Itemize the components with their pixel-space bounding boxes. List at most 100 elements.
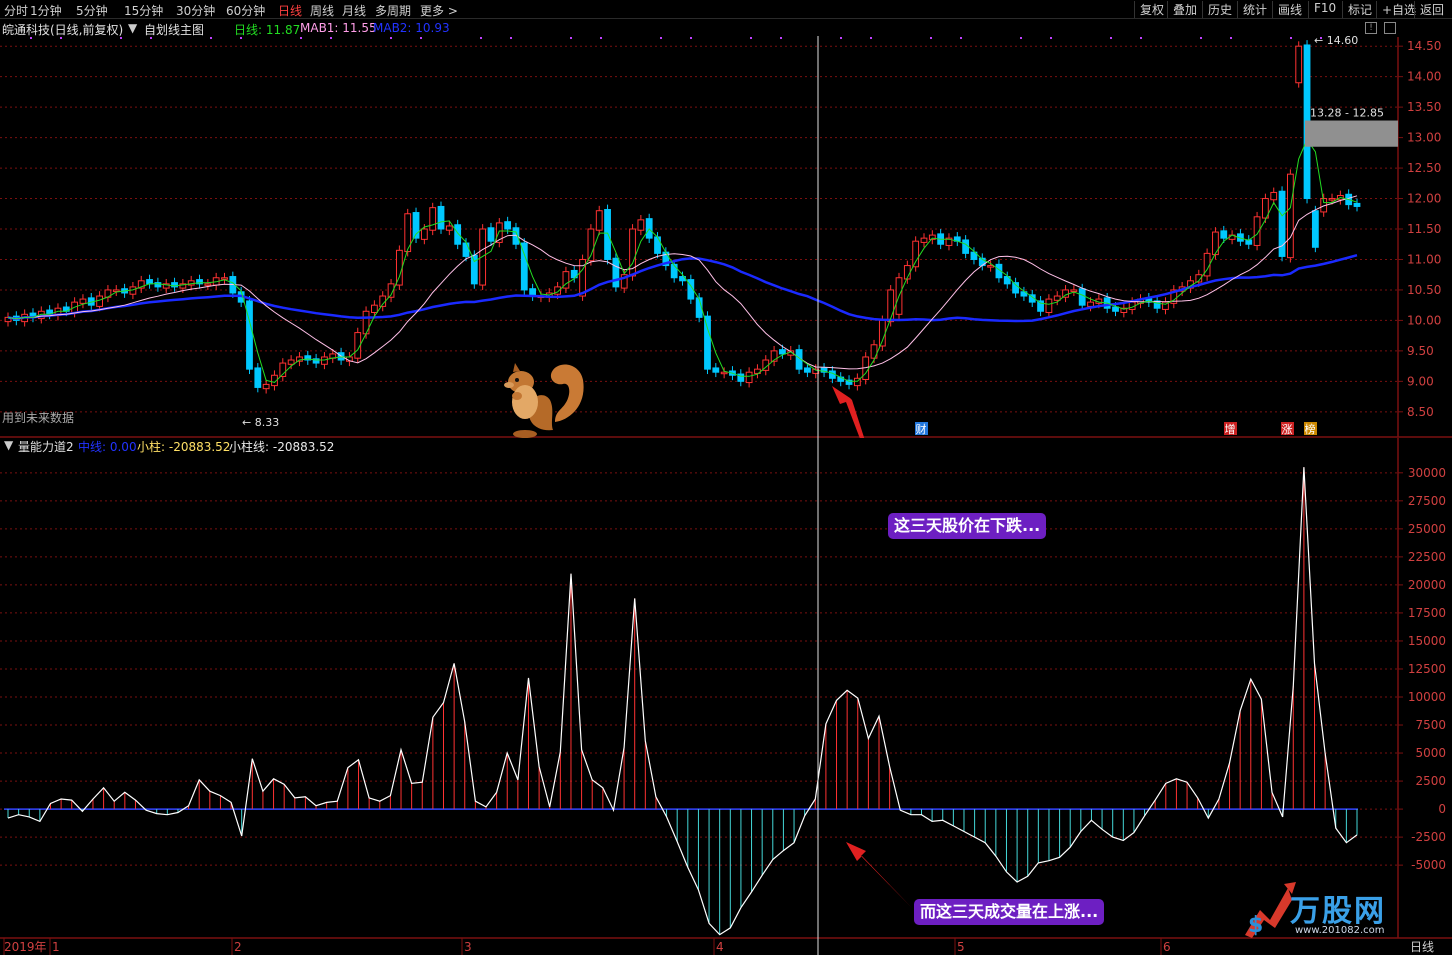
time-axis-label: 3 [464,940,472,954]
squirrel-image [504,363,584,438]
candle-body [204,283,212,286]
indicator-line [7,467,1358,936]
candle-body [595,210,603,231]
candle-body [1328,198,1336,201]
candle-body [779,349,786,355]
brand-url: www.201082.com [1295,925,1385,936]
price-axis-label: 9.00 [1407,374,1434,388]
candle-body [1112,306,1119,312]
marker-dot [870,37,872,39]
candle-body [604,209,611,260]
marker-dot [480,37,482,39]
marker-dot [1200,37,1202,39]
candle-body [887,289,895,323]
candle-body [454,224,462,245]
candle-body [96,295,103,307]
event-marker-label: 涨 [1282,423,1293,436]
price-chart[interactable]: 14.50 14.00 13.50 13.00 12.50 12.00 11.50 11.00… [0,0,1452,438]
candle-body [1070,289,1078,292]
indicator-axis-label: -2500 [1411,830,1446,844]
marker-dot [1290,37,1292,39]
candle-body [878,319,886,347]
candle-body [146,279,153,285]
price-axis-label: 11.50 [1407,222,1441,236]
brand-name: 万股网 [1290,894,1386,929]
candle-body [437,205,445,230]
candle-body [154,282,162,288]
time-axis-label: 1 [52,940,60,954]
price-axis-label: 14.00 [1407,70,1441,84]
watermark-logo: $ 万股网 www.201082.com [1240,880,1445,940]
indicator-chart[interactable]: 3000027500250002250020000175001500012500… [0,438,1452,955]
candle-body [395,249,403,286]
time-axis-label: 6 [1163,940,1171,954]
price-axis-label: 10.50 [1407,283,1441,297]
candle-body [745,371,753,384]
price-axis-label: 8.50 [1407,405,1434,419]
price-axis-label: 13.00 [1407,131,1441,145]
candle-body [1053,295,1061,301]
marker-dot [510,37,512,39]
indicator-axis-label: 2500 [1415,774,1446,788]
day-line [7,138,1358,383]
candle-body [420,228,428,240]
marker-dot [300,37,302,39]
candle-body [262,383,270,390]
time-axis-label: 2019年 [4,940,47,954]
marker-dot [1110,37,1112,39]
candle-body [79,298,87,304]
indicator-axis-label: 20000 [1408,578,1446,592]
volume-rising-callout: 而这三天成交量在上涨... [914,899,1105,925]
candle-body [1353,202,1361,207]
candle-body [1286,173,1294,259]
event-marker-label: 财 [916,422,927,436]
price-axis-label: 12.00 [1407,192,1441,206]
marker-dot [390,37,392,39]
marker-dot [30,37,32,39]
price-falling-callout: 这三天股价在下跌... [888,513,1047,539]
marker-dot [690,37,692,39]
range-price-label: 13.28 - 12.85 [1310,107,1384,120]
marker-dot [120,37,122,39]
event-marker-label: 榜 [1305,422,1316,436]
candle-body [912,240,920,268]
price-axis-label: 13.50 [1407,100,1441,114]
candle-body [712,367,720,373]
indicator-axis-label: 17500 [1408,606,1446,620]
candle-body [487,227,495,242]
volume-arrow [846,842,912,908]
candle-body [1087,301,1094,307]
candle-body [321,356,328,365]
indicator-axis-label: -5000 [1411,858,1446,872]
candle-body [670,263,678,279]
marker-dot [840,37,842,39]
price-axis-label: 12.50 [1407,161,1441,175]
candle-body [654,236,661,254]
candle-body [1295,45,1303,84]
candle-body [987,265,995,268]
marker-dot [780,37,782,39]
indicator-axis-label: 7500 [1415,718,1446,732]
marker-dot [750,37,752,39]
indicator-axis-label: 30000 [1408,466,1446,480]
candle-body [445,225,453,231]
marker-dot [1020,37,1022,39]
marker-dot [600,37,602,39]
event-marker-label: 增 [1225,422,1236,436]
candle-body [112,289,120,292]
marker-dot [240,37,242,39]
indicator-axis-label: 15000 [1408,634,1446,648]
candle-body [254,367,262,388]
marker-dot [150,37,152,39]
marker-dot [210,37,212,39]
candle-body [287,359,295,365]
candle-body [1220,230,1228,239]
high-price-label: ← 14.60 [1314,34,1358,47]
time-axis-label: 5 [957,940,965,954]
candle-body [1270,191,1278,201]
candle-body [470,254,478,285]
stock-chart-app: { "toolbar": { "periods": ["分时","1分钟","5… [0,0,1452,955]
indicator-axis-label: 22500 [1408,550,1446,564]
indicator-axis-label: 12500 [1408,662,1446,676]
candle-body [429,207,437,231]
